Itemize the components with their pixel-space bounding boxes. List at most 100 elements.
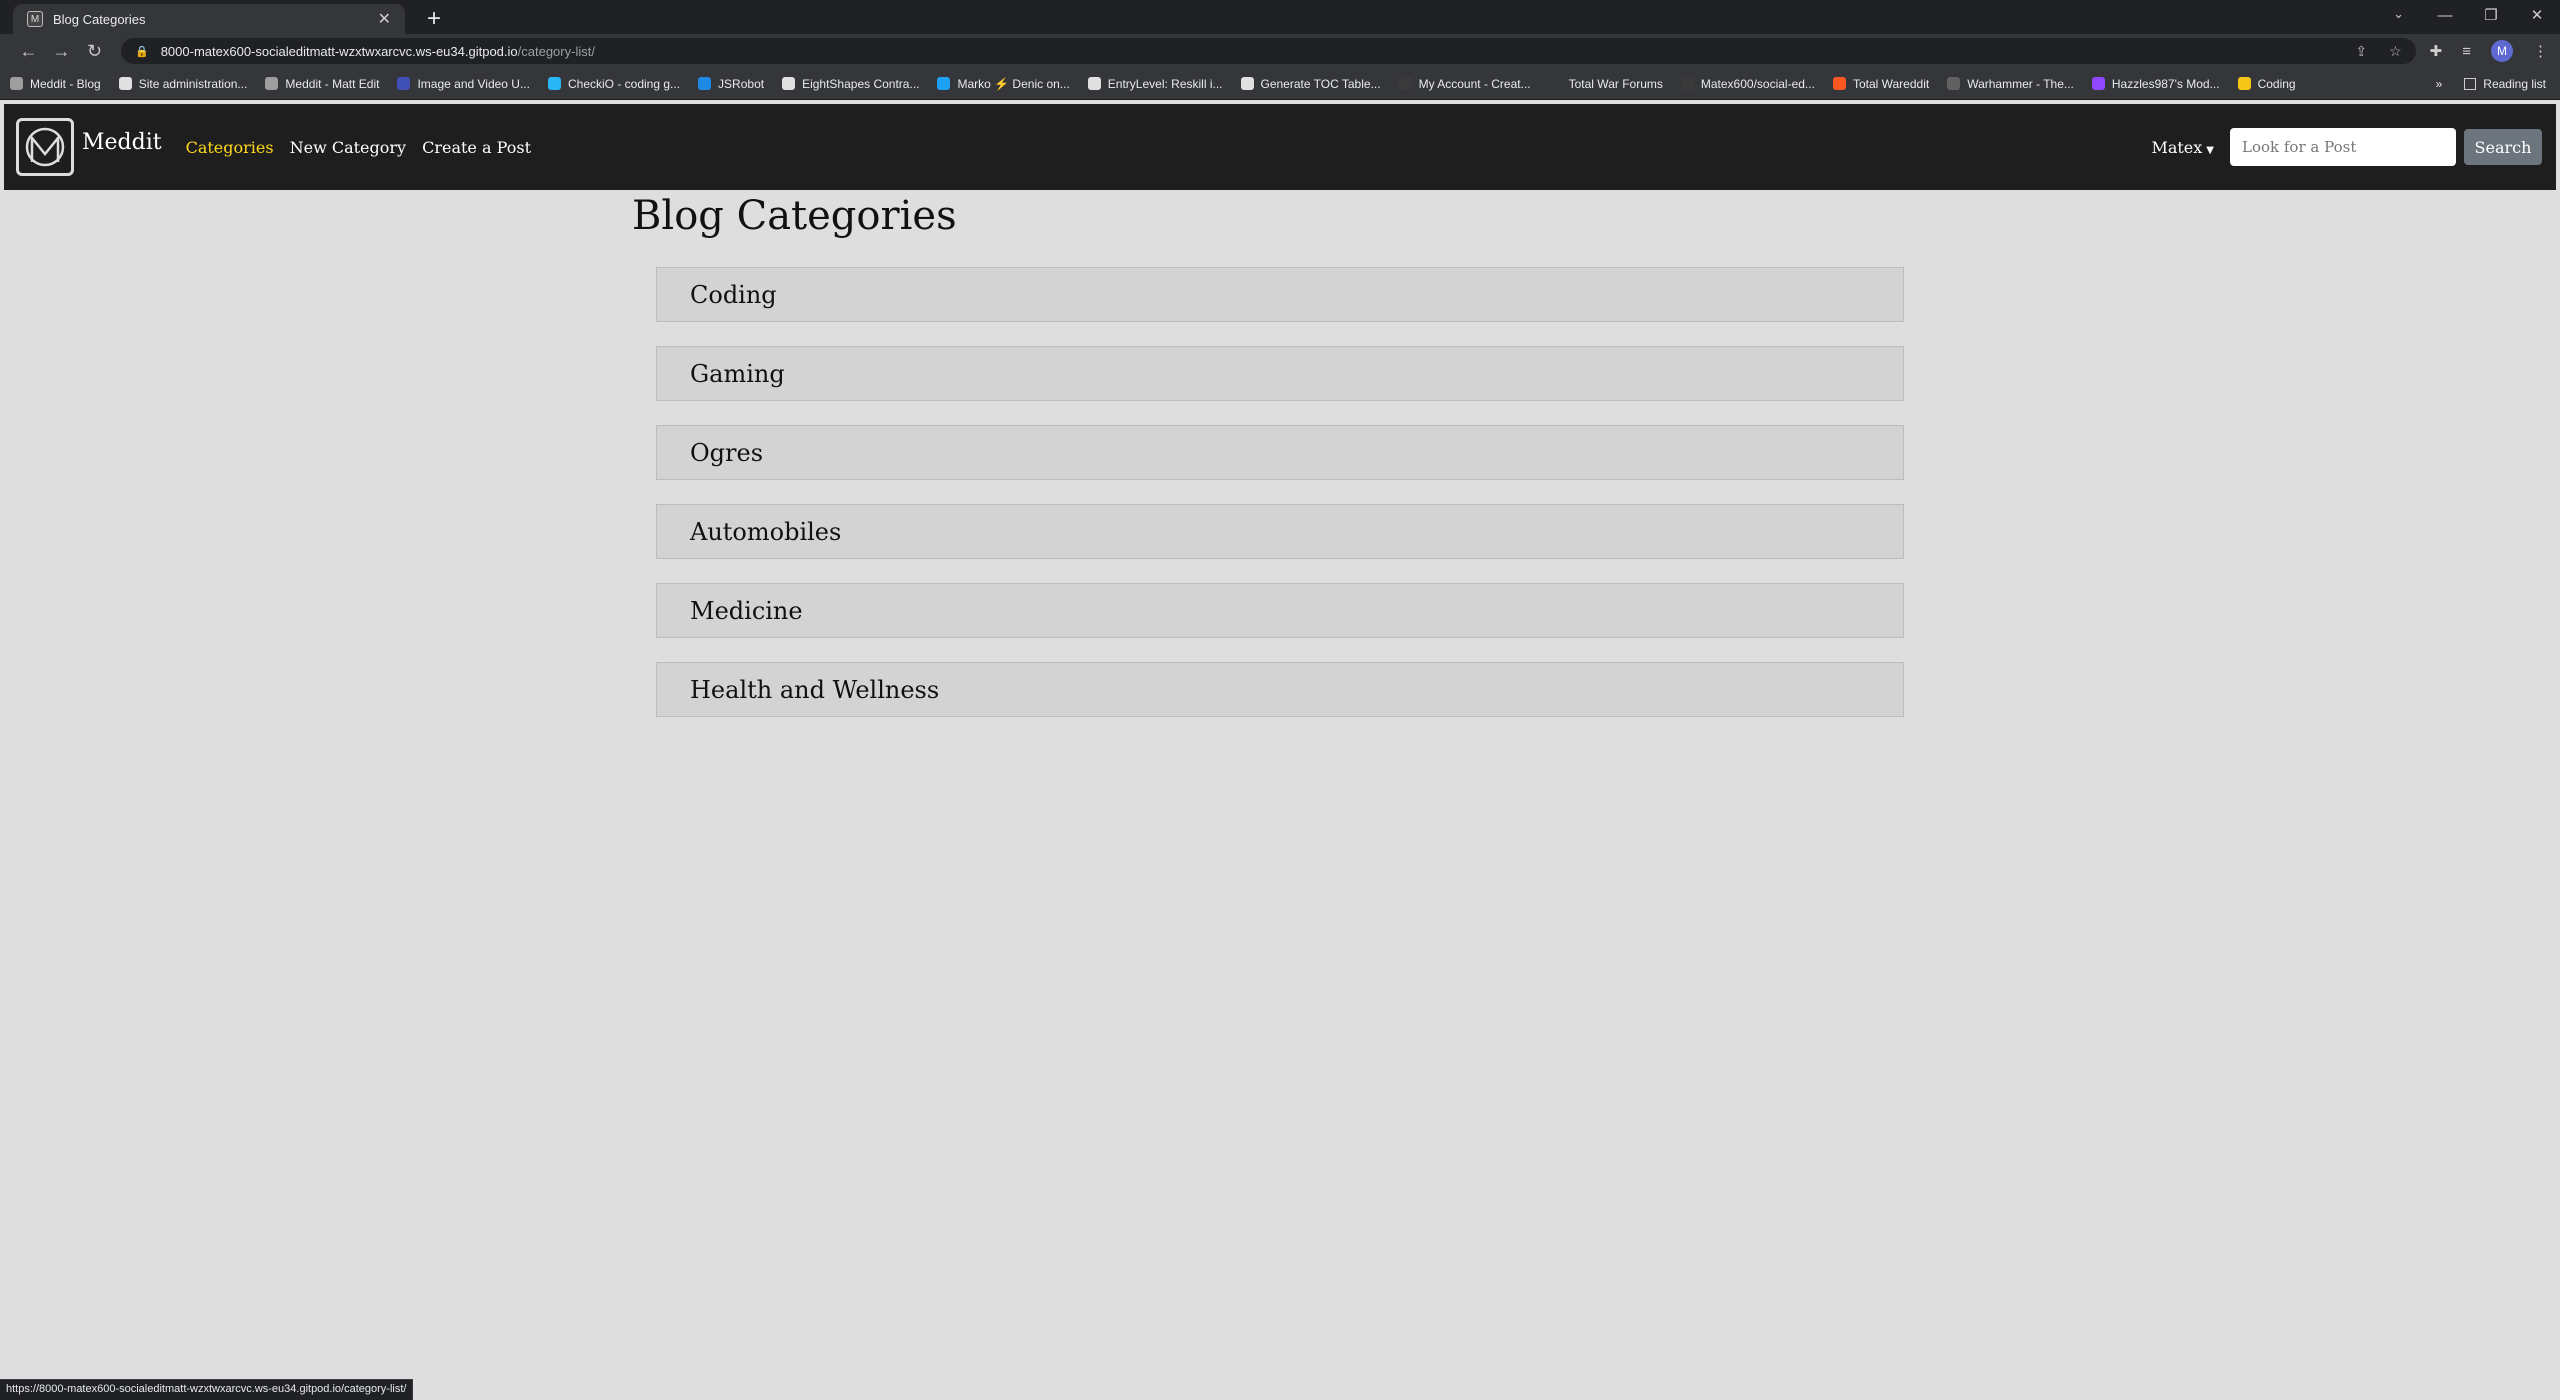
bookmark-favicon-icon <box>2237 77 2251 90</box>
new-tab-icon[interactable]: + <box>427 7 441 31</box>
nav-link-create-post[interactable]: Create a Post <box>422 138 531 157</box>
bookmark-label: Meddit - Blog <box>30 76 101 91</box>
browser-tab[interactable]: M Blog Categories ✕ <box>13 4 405 34</box>
bookmark-label: EntryLevel: Reskill i... <box>1107 76 1223 91</box>
bookmark-label: EightShapes Contra... <box>802 76 920 91</box>
nav-link-new-category[interactable]: New Category <box>290 138 407 157</box>
bookmark-item[interactable]: JSRobot <box>698 77 764 91</box>
browser-tabstrip: M Blog Categories ✕ + ⌄ — ❐ ✕ <box>0 0 2560 34</box>
category-item[interactable]: Health and Wellness <box>656 662 1904 717</box>
bookmark-label: Meddit - Matt Edit <box>285 76 380 91</box>
forward-arrow-icon[interactable]: → <box>45 41 78 62</box>
bookmark-label: Generate TOC Table... <box>1260 76 1381 91</box>
category-item[interactable]: Gaming <box>656 346 1904 401</box>
close-window-icon[interactable]: ✕ <box>2514 0 2560 30</box>
bookmark-star-icon[interactable]: ☆ <box>2389 43 2402 60</box>
browser-menu-icon[interactable]: ⋮ <box>2533 42 2548 60</box>
bookmark-label: Total War Forums <box>1568 76 1663 91</box>
category-item[interactable]: Automobiles <box>656 504 1904 559</box>
bookmark-label: Hazzles987's Mod... <box>2111 76 2220 91</box>
bookmark-item[interactable]: Generate TOC Table... <box>1240 76 1381 91</box>
nav-link-categories[interactable]: Categories <box>186 138 274 157</box>
bookmark-favicon-icon <box>1240 77 1254 90</box>
browser-toolbar: ← → ↻ 🔒 8000-matex600-socialeditmatt-wzx… <box>0 34 2560 68</box>
user-name: Matex <box>2151 137 2203 157</box>
bookmarks-bar: Meddit - Blog Site administration... Meddi… <box>0 68 2560 100</box>
reload-icon[interactable]: ↻ <box>78 41 111 62</box>
bookmark-item[interactable]: Marko ⚡ Denic on... <box>937 76 1070 91</box>
bookmark-item[interactable]: Coding <box>2237 76 2296 91</box>
category-list: Coding Gaming Ogres Automobiles Medicine Heal… <box>656 267 1904 741</box>
bookmark-favicon-icon <box>937 77 951 90</box>
extensions-puzzle-icon[interactable]: ✚ <box>2430 42 2443 60</box>
bookmarks-list: Meddit - Blog Site administration... Meddi… <box>10 77 2314 91</box>
bookmark-favicon-icon <box>2091 77 2105 90</box>
bookmark-label: Matex600/social-ed... <box>1700 76 1815 91</box>
media-queue-icon[interactable]: ≡ <box>2462 43 2471 60</box>
bookmark-favicon-icon <box>265 77 279 90</box>
bookmark-favicon-icon <box>547 77 561 90</box>
site-navbar: Meddit Categories New Category Create a … <box>4 104 2556 190</box>
bookmark-item[interactable]: Meddit - Blog <box>10 77 101 91</box>
caret-down-icon: ▼ <box>2206 144 2214 156</box>
bookmark-item[interactable]: Total War Forums <box>1548 76 1663 91</box>
bookmark-label: Marko ⚡ Denic on... <box>957 76 1070 91</box>
category-item[interactable]: Coding <box>656 267 1904 322</box>
bookmark-label: Image and Video U... <box>417 76 530 91</box>
category-item[interactable]: Ogres <box>656 425 1904 480</box>
user-dropdown[interactable]: Matex ▼ <box>2151 138 2214 157</box>
bookmark-label: Total Wareddit <box>1852 76 1930 91</box>
bookmark-favicon-icon <box>698 77 712 90</box>
bookmark-item[interactable]: Meddit - Matt Edit <box>265 77 379 91</box>
bookmark-favicon-icon <box>1398 77 1412 90</box>
tab-close-icon[interactable]: ✕ <box>378 9 391 29</box>
bookmark-item[interactable]: My Account - Creat... <box>1398 77 1531 91</box>
site-favicon-icon: M <box>27 11 43 27</box>
status-bar-url: https://8000-matex600-socialeditmatt-wzx… <box>0 1379 414 1400</box>
reading-list-icon <box>2464 78 2477 90</box>
bookmark-label: Coding <box>2257 76 2296 91</box>
url-path: /category-list/ <box>517 43 595 59</box>
meddit-logo-icon[interactable] <box>16 118 74 176</box>
bookmark-item[interactable]: Image and Video U... <box>397 77 530 91</box>
brand-name[interactable]: Meddit <box>82 130 162 155</box>
bookmark-item[interactable]: Total Wareddit <box>1832 76 1930 91</box>
reading-list-button[interactable]: Reading list <box>2464 77 2546 91</box>
bookmark-favicon-icon <box>1680 77 1694 90</box>
bookmark-label: Warhammer - The... <box>1967 76 2074 91</box>
url-host: 8000-matex600-socialeditmatt-wzxtwxarcvc… <box>160 43 518 59</box>
bookmark-item[interactable]: Warhammer - The... <box>1947 77 2074 91</box>
bookmark-item[interactable]: EightShapes Contra... <box>782 77 919 91</box>
bookmark-favicon-icon <box>118 77 132 90</box>
bookmark-item[interactable]: Hazzles987's Mod... <box>2091 76 2220 91</box>
minimize-icon[interactable]: — <box>2422 0 2468 30</box>
bookmark-label: Site administration... <box>138 76 248 91</box>
search-input[interactable] <box>2230 128 2456 166</box>
lock-icon[interactable]: 🔒 <box>135 45 149 58</box>
tab-title: Blog Categories <box>53 11 146 27</box>
reading-list-label: Reading list <box>2483 77 2546 91</box>
bookmarks-overflow-icon[interactable]: » <box>2436 77 2443 91</box>
page-title: Blog Categories <box>632 193 957 239</box>
bookmark-favicon-icon <box>1548 77 1562 90</box>
bookmark-favicon-icon <box>1087 77 1101 90</box>
bookmark-label: CheckiO - coding g... <box>567 76 681 91</box>
tab-search-icon[interactable]: ⌄ <box>2393 6 2404 22</box>
bookmark-label: JSRobot <box>718 76 765 91</box>
restore-icon[interactable]: ❐ <box>2468 0 2514 30</box>
category-item[interactable]: Medicine <box>656 583 1904 638</box>
address-bar[interactable]: 🔒 8000-matex600-socialeditmatt-wzxtwxarc… <box>121 38 2416 64</box>
bookmark-item[interactable]: Site administration... <box>118 76 248 91</box>
share-icon[interactable]: ⇪ <box>2355 43 2367 60</box>
window-controls: — ❐ ✕ <box>2422 0 2560 30</box>
profile-avatar[interactable]: M <box>2491 40 2513 62</box>
back-arrow-icon[interactable]: ← <box>12 41 45 62</box>
bookmark-item[interactable]: CheckiO - coding g... <box>547 76 681 91</box>
bookmark-favicon-icon <box>1947 77 1961 90</box>
bookmark-item[interactable]: EntryLevel: Reskill i... <box>1087 76 1223 91</box>
bookmark-favicon-icon <box>397 77 411 90</box>
bookmark-item[interactable]: Matex600/social-ed... <box>1680 76 1815 91</box>
bookmark-favicon-icon <box>1832 77 1846 90</box>
bookmark-favicon-icon <box>10 77 23 90</box>
search-button[interactable]: Search <box>2464 129 2542 165</box>
